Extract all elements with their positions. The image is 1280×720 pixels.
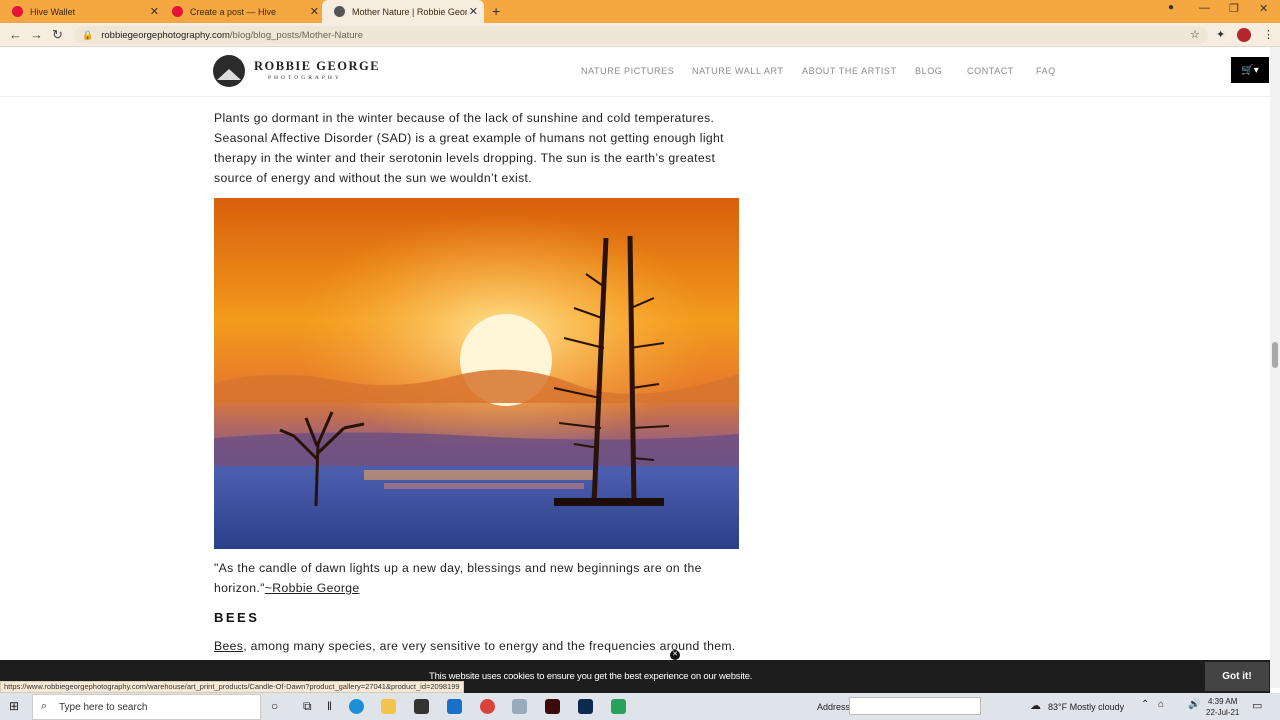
text-line: Seasonal Affective Disorder (SAD) is a g… <box>214 131 724 145</box>
search-icon: ⌕ <box>41 700 48 712</box>
close-window-icon[interactable]: ✕ <box>1259 2 1268 15</box>
menu-blog[interactable]: BLOG <box>915 66 942 76</box>
hive-favicon-icon <box>172 6 183 17</box>
taskbar-clock[interactable]: 4:39 AM 22-Jul-21 <box>1206 696 1239 718</box>
search-placeholder: Type here to search <box>59 701 148 713</box>
close-tab-icon[interactable]: ✕ <box>310 5 319 18</box>
status-url: https://www.robbiegeorgephotography.com/… <box>0 681 464 693</box>
temperature: 83°F <box>1048 702 1068 712</box>
quote-author-link[interactable]: ~Robbie George <box>265 581 360 595</box>
store-icon[interactable] <box>414 699 429 714</box>
chevron-up-icon[interactable]: ⌃ <box>1141 699 1149 710</box>
edge-icon[interactable] <box>349 699 364 714</box>
menu-nature-pictures[interactable]: NATURE PICTURES <box>581 66 674 76</box>
new-tab-icon[interactable]: + <box>492 3 500 19</box>
extensions-icon[interactable]: ✦ <box>1216 28 1225 41</box>
hive-favicon-icon <box>12 6 23 17</box>
address-bar[interactable]: 🔒 robbiegeorgephotography.com/blog/blog_… <box>74 26 1208 44</box>
weather-condition: Mostly cloudy <box>1069 702 1125 712</box>
tab-title: Create a post — Hive <box>190 6 277 17</box>
avatar[interactable] <box>1237 28 1251 42</box>
section-heading-bees: BEES <box>214 610 260 625</box>
bees-text: , among many species, are very sensitive… <box>243 639 736 653</box>
task-view-icon[interactable]: ⧉ <box>303 699 312 714</box>
address-toolbar-input[interactable] <box>849 697 981 715</box>
weather-icon[interactable]: ☁ <box>1030 699 1041 712</box>
cookie-accept-button[interactable]: Got it! <box>1205 662 1269 691</box>
menu-about-the-artist[interactable]: ABOUT THE ARTIST <box>802 66 897 76</box>
network-icon[interactable]: ⌂ <box>1158 699 1164 710</box>
browser-menu-icon[interactable]: ⋮ <box>1263 28 1274 41</box>
scrollbar-thumb[interactable] <box>1272 342 1278 368</box>
cookie-close-icon[interactable]: ✕ <box>670 650 680 660</box>
back-icon[interactable]: ← <box>9 27 22 42</box>
text-line: Plants go dormant in the winter because … <box>214 111 715 125</box>
address-toolbar-label: Address <box>817 702 851 712</box>
bees-link[interactable]: Bees <box>214 639 243 653</box>
text-line: therapy in the winter and their serotoni… <box>214 151 716 165</box>
mail-icon[interactable] <box>447 699 462 714</box>
quote-line-2: horizon."~Robbie George <box>214 578 702 598</box>
logo-name[interactable]: ROBBIE GEORGE <box>254 59 380 74</box>
reload-icon[interactable]: ↻ <box>52 27 63 43</box>
tab-mother-nature[interactable]: Mother Nature | Robbie George ✕ <box>322 0 484 23</box>
quote-line: "As the candle of dawn lights up a new d… <box>214 561 702 575</box>
sunset-photo[interactable] <box>214 198 739 549</box>
forward-icon[interactable]: → <box>30 27 43 42</box>
logo-subtitle: PHOTOGRAPHY <box>268 75 342 81</box>
weather-widget[interactable]: 83°F Mostly cloudy <box>1048 702 1124 712</box>
text-line: source of energy and without the sun we … <box>214 171 533 185</box>
logo-mountain-icon[interactable] <box>213 55 245 87</box>
volume-icon[interactable]: 🔊 <box>1188 699 1200 710</box>
tab-hive-wallet[interactable]: Hive Wallet ✕ <box>0 0 165 23</box>
cookie-message: This website uses cookies to ensure you … <box>429 671 753 682</box>
photos-icon[interactable] <box>512 699 527 714</box>
illustrator-icon[interactable] <box>545 699 560 714</box>
tab-title: Mother Nature | Robbie George <box>352 6 467 17</box>
windows-start-icon[interactable]: ⊞ <box>9 699 19 713</box>
tab-create-post[interactable]: Create a post — Hive ✕ <box>160 0 325 23</box>
cart-button[interactable]: 🛒▾ <box>1231 57 1269 83</box>
notifications-icon[interactable]: ▭ <box>1252 699 1262 712</box>
chrome-icon[interactable] <box>480 699 495 714</box>
file-explorer-icon[interactable] <box>381 699 396 714</box>
quote-text: horizon." <box>214 581 265 595</box>
menu-nature-wall-art[interactable]: NATURE WALL ART <box>692 66 784 76</box>
photoshop-icon[interactable] <box>578 699 593 714</box>
paragraph-bees: Bees, among many species, are very sensi… <box>214 636 736 656</box>
spreadsheet-icon[interactable] <box>611 699 626 714</box>
url-path: /blog/blog_posts/Mother-Nature <box>229 29 363 41</box>
bookmark-star-icon[interactable]: ☆ <box>1190 28 1200 41</box>
sunset-image <box>214 198 739 549</box>
quote-paragraph: "As the candle of dawn lights up a new d… <box>214 558 702 598</box>
menu-contact[interactable]: CONTACT <box>967 66 1014 76</box>
lock-icon: 🔒 <box>82 29 94 40</box>
minimize-icon[interactable]: — <box>1199 2 1210 14</box>
close-tab-icon[interactable]: ✕ <box>469 5 478 18</box>
profile-menu-icon[interactable]: ● <box>1168 2 1174 13</box>
scrollbar[interactable] <box>1270 47 1280 688</box>
menu-faq[interactable]: FAQ <box>1036 66 1056 76</box>
paragraph-dormant: Plants go dormant in the winter because … <box>214 108 724 188</box>
cortana-icon[interactable]: ○ <box>271 699 278 713</box>
url-domain: robbiegeorgephotography.com <box>101 29 230 41</box>
divider-icon: ‖ <box>327 699 332 713</box>
date: 22-Jul-21 <box>1206 708 1240 717</box>
maximize-icon[interactable]: ❐ <box>1229 2 1239 15</box>
cart-icon: 🛒▾ <box>1241 64 1259 76</box>
site-favicon-icon <box>334 6 345 17</box>
close-tab-icon[interactable]: ✕ <box>150 5 159 18</box>
time: 4:39 AM <box>1208 697 1238 706</box>
tab-title: Hive Wallet <box>30 6 76 17</box>
taskbar-search-input[interactable]: ⌕ Type here to search <box>32 694 261 720</box>
